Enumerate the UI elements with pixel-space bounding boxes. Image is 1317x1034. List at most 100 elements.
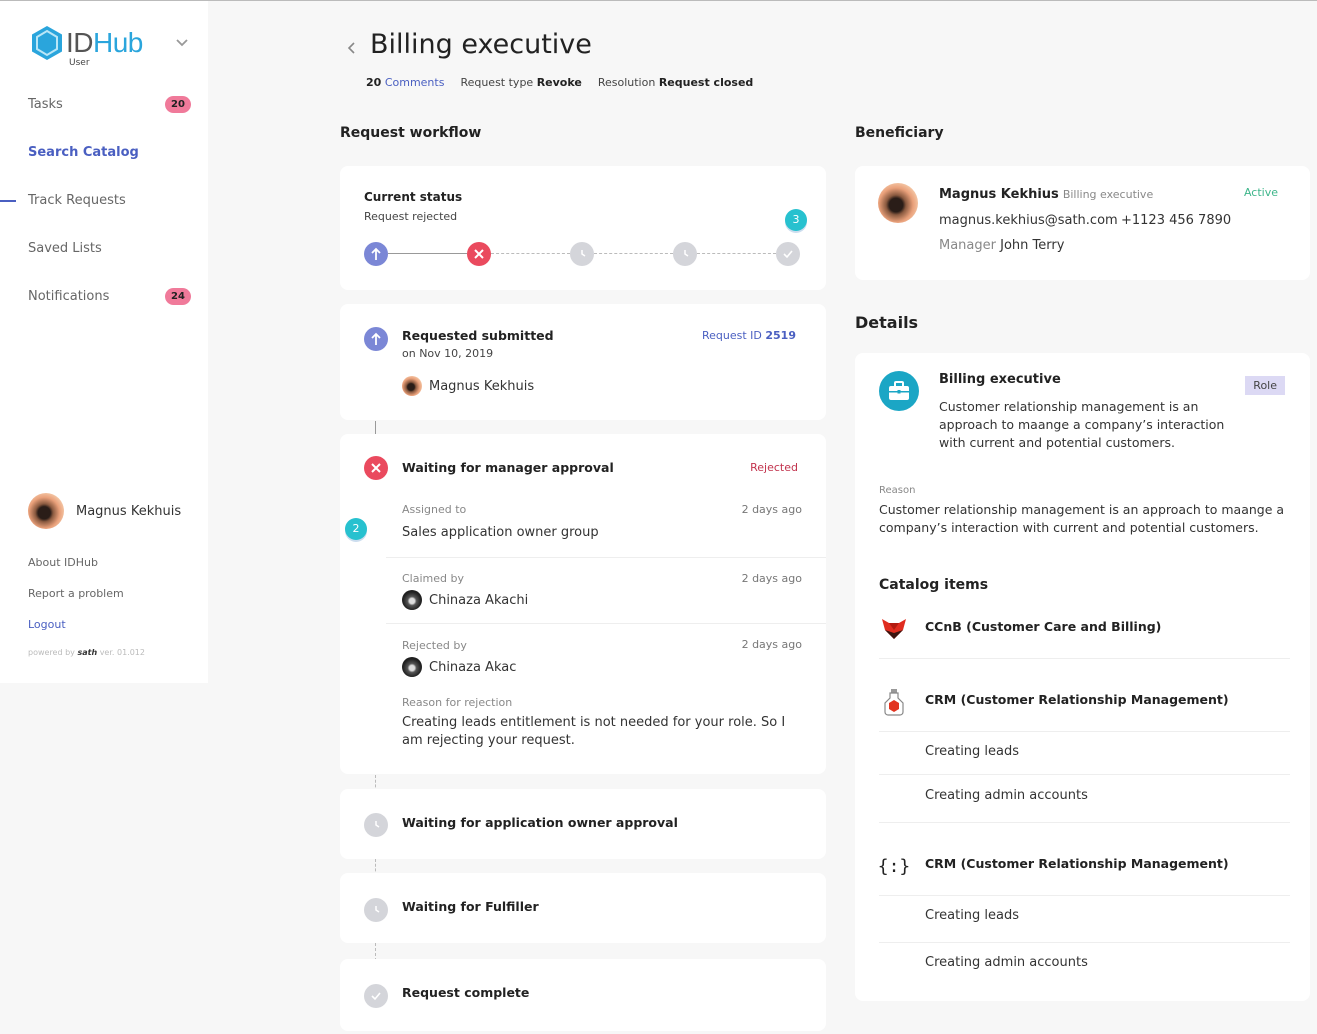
request-meta: 20 Comments Request type Revoke Resoluti… xyxy=(366,76,753,89)
details-card: Billing executive Role Customer relation… xyxy=(855,353,1310,1001)
entitlement-item[interactable]: Creating admin accounts xyxy=(925,788,1088,803)
active-nav-indicator xyxy=(0,200,16,202)
workflow-section-title: Request workflow xyxy=(340,125,482,141)
hexagon-logo-icon xyxy=(32,26,62,60)
submitted-date: on Nov 10, 2019 xyxy=(402,347,494,360)
logo-hub-text: Hub xyxy=(93,27,143,58)
notifications-count-badge: 24 xyxy=(165,288,191,305)
current-status-value: Request rejected xyxy=(364,210,458,223)
app-owner-title: Waiting for application owner approval xyxy=(402,815,678,830)
divider xyxy=(879,731,1290,732)
claimed-time: 2 days ago xyxy=(741,572,802,585)
rejected-time: 2 days ago xyxy=(741,638,802,651)
avatar xyxy=(28,493,64,529)
beneficiary-email[interactable]: magnus.kekhius@sath.com xyxy=(939,213,1118,228)
submitted-step-card: Requested submitted on Nov 10, 2019 Requ… xyxy=(340,304,826,420)
logout-link[interactable]: Logout xyxy=(28,618,66,631)
avatar xyxy=(402,657,422,677)
step-count-badge[interactable]: 3 xyxy=(785,209,807,231)
claimed-by-user: Chinaza Akachi xyxy=(402,590,528,610)
clock-icon xyxy=(364,813,388,837)
arrow-up-icon xyxy=(364,327,388,351)
resolution: Resolution Request closed xyxy=(598,76,753,89)
avatar xyxy=(402,590,422,610)
entitlement-item[interactable]: Creating leads xyxy=(925,908,1019,923)
request-id: Request ID 2519 xyxy=(702,329,796,342)
stepper-line xyxy=(697,253,776,254)
beneficiary-name: Magnus Kekhius xyxy=(939,187,1059,202)
manager-label: Manager xyxy=(939,238,996,253)
catalog-items-title: Catalog items xyxy=(879,577,989,593)
about-link[interactable]: About IDHub xyxy=(28,556,98,569)
divider xyxy=(879,774,1290,775)
request-type-value: Revoke xyxy=(536,76,582,89)
tasks-count-badge: 20 xyxy=(165,96,191,113)
check-icon xyxy=(364,984,388,1008)
stepper-line xyxy=(388,253,467,254)
braces-icon: {:} xyxy=(877,855,911,877)
comments-count: 20 xyxy=(366,76,382,89)
x-circle-icon xyxy=(467,242,491,266)
submitter: Magnus Kekhuis xyxy=(402,376,534,396)
sidebar-item-notifications[interactable]: Notifications xyxy=(28,289,109,304)
catalog-item-name[interactable]: CRM (Customer Relationship Management) xyxy=(925,692,1229,707)
entitlement-item[interactable]: Creating leads xyxy=(925,744,1019,759)
role-title: Billing executive xyxy=(939,372,1061,387)
sath-brand: sath xyxy=(77,648,98,657)
fox-icon xyxy=(879,613,909,643)
clock-icon xyxy=(570,242,594,266)
complete-step-card: Request complete xyxy=(340,959,826,1031)
request-id-label: Request ID xyxy=(701,329,762,342)
catalog-item-name[interactable]: CCnB (Customer Care and Billing) xyxy=(925,619,1161,634)
sidebar-item-track-requests[interactable]: Track Requests xyxy=(28,193,126,208)
divider xyxy=(879,822,1290,823)
avatar xyxy=(878,183,918,223)
sidebar-item-saved-lists[interactable]: Saved Lists xyxy=(28,241,102,256)
chevron-down-icon[interactable] xyxy=(174,35,190,51)
fulfiller-step-card: Waiting for Fulfiller xyxy=(340,873,826,943)
sidebar-user[interactable]: Magnus Kekhuis xyxy=(28,493,181,529)
beneficiary-card: Magnus Kekhius Billing executive Active m… xyxy=(855,166,1310,280)
submitted-title: Requested submitted xyxy=(402,328,554,343)
complete-title: Request complete xyxy=(402,985,530,1000)
beneficiary-manager: Manager John Terry xyxy=(939,238,1064,253)
request-type-label: Request type xyxy=(460,76,534,89)
sidebar-item-tasks[interactable]: Tasks xyxy=(28,97,63,112)
idhub-logo[interactable]: IDHub xyxy=(30,25,143,61)
report-problem-link[interactable]: Report a problem xyxy=(28,587,124,600)
divider xyxy=(879,942,1290,943)
divider xyxy=(879,895,1290,896)
claimed-label: Claimed by xyxy=(402,572,464,585)
beneficiary-name-row: Magnus Kekhius Billing executive xyxy=(939,187,1153,202)
sidebar-item-search-catalog[interactable]: Search Catalog xyxy=(28,145,139,160)
beneficiary-role: Billing executive xyxy=(1062,188,1154,201)
divider xyxy=(879,658,1290,659)
page-title: Billing executive xyxy=(370,29,592,60)
catalog-item-name[interactable]: CRM (Customer Relationship Management) xyxy=(925,856,1229,871)
details-section-title: Details xyxy=(855,313,919,332)
back-chevron-icon[interactable] xyxy=(345,41,359,55)
current-status-card: Current status Request rejected 3 xyxy=(340,166,826,290)
status-badge: Active xyxy=(1243,186,1278,199)
sidebar-user-name: Magnus Kekhuis xyxy=(76,503,182,519)
logo-id-text: ID xyxy=(66,27,94,58)
entitlement-item[interactable]: Creating admin accounts xyxy=(925,955,1088,970)
briefcase-icon xyxy=(879,371,919,411)
assigned-label: Assigned to xyxy=(402,503,467,516)
comment-count-badge[interactable]: 2 xyxy=(345,518,367,540)
reason-text: Customer relationship management is an a… xyxy=(879,502,1285,535)
beneficiary-phone: +1123 456 7890 xyxy=(1121,213,1232,228)
reason-label: Reason xyxy=(879,485,916,496)
manager-approval-title: Waiting for manager approval xyxy=(402,460,614,475)
assigned-value: Sales application owner group xyxy=(402,525,599,540)
rejected-user-name: Chinaza Akac xyxy=(429,659,517,675)
comments-link[interactable]: 20 Comments xyxy=(366,76,444,89)
request-type: Request type Revoke xyxy=(460,76,581,89)
assigned-time: 2 days ago xyxy=(741,503,802,516)
role-tag: Role xyxy=(1245,376,1285,395)
logo-subtitle: User xyxy=(69,58,90,68)
submitter-name: Magnus Kekhuis xyxy=(429,378,535,394)
flask-icon xyxy=(879,687,909,717)
clock-icon xyxy=(364,898,388,922)
version-label: ver. 01.012 xyxy=(99,648,145,657)
